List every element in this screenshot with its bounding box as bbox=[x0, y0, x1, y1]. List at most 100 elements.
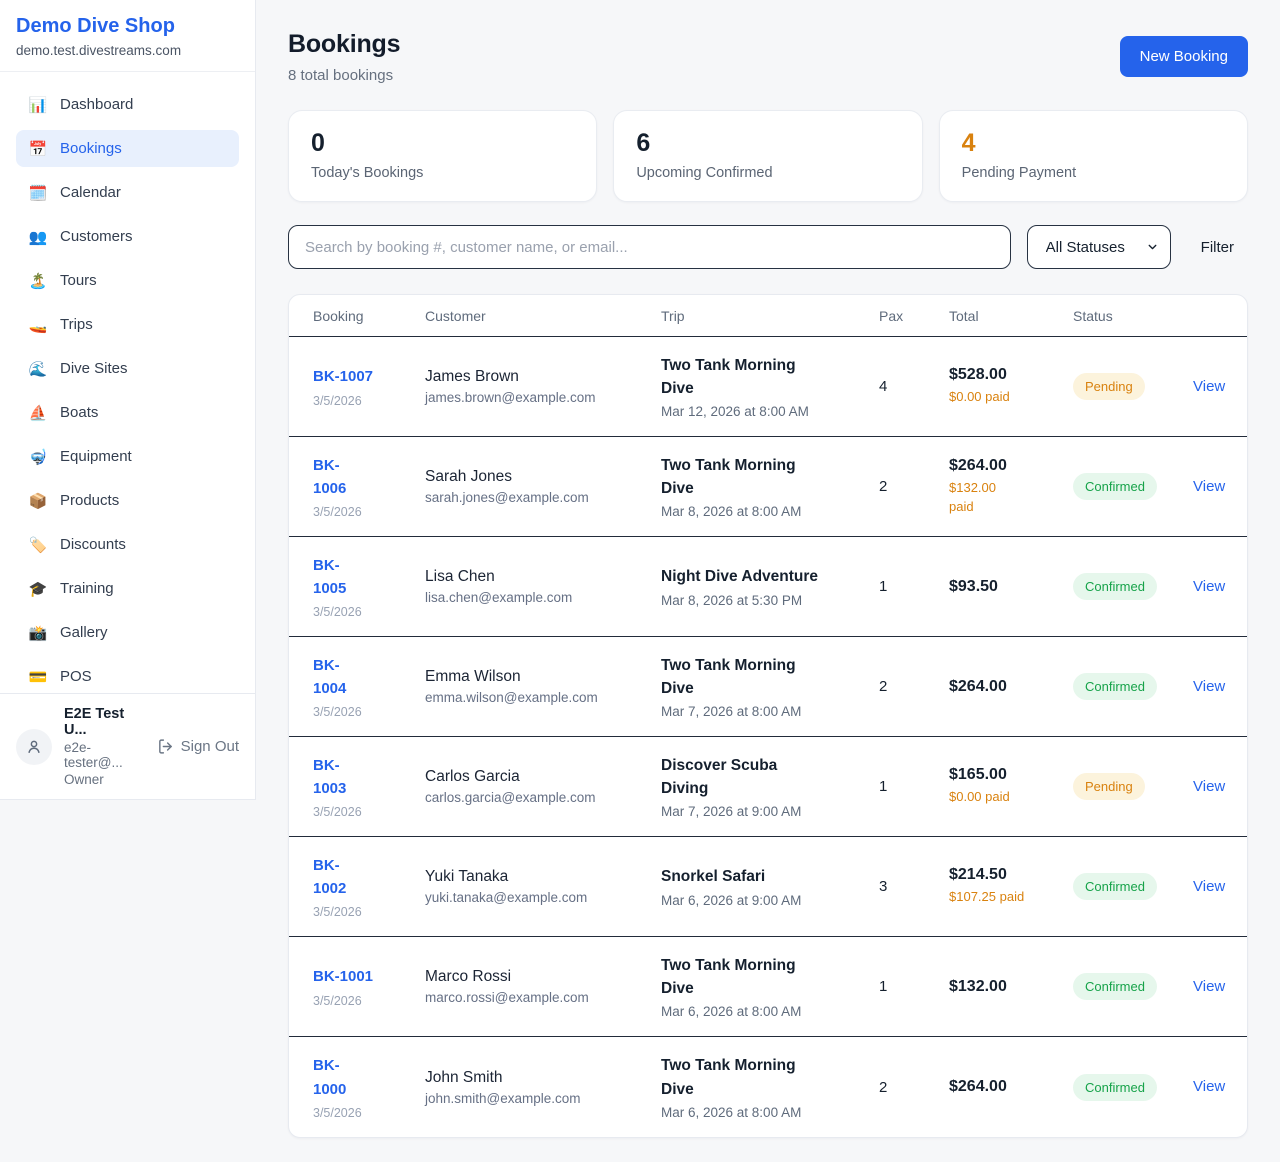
sailboat-icon: ⛵ bbox=[28, 404, 48, 422]
sidebar-item-label: Calendar bbox=[60, 184, 121, 201]
sidebar-item-dive-sites[interactable]: 🌊Dive Sites bbox=[16, 350, 239, 387]
booking-link[interactable]: BK-1006 bbox=[313, 454, 357, 501]
trip-name: Two Tank Morning Dive bbox=[661, 1054, 819, 1101]
total-amount: $214.50 bbox=[949, 866, 1073, 884]
status-cell: Pending bbox=[1073, 773, 1193, 800]
search-input[interactable] bbox=[288, 225, 1011, 269]
actions-cell: View bbox=[1193, 678, 1225, 696]
tag-icon: 🏷️ bbox=[28, 536, 48, 554]
people-icon: 👥 bbox=[28, 228, 48, 246]
customer-name: Emma Wilson bbox=[425, 668, 661, 686]
sidebar-item-label: Customers bbox=[60, 228, 133, 245]
customer-name: Carlos Garcia bbox=[425, 768, 661, 786]
sidebar-item-pos[interactable]: 💳POS bbox=[16, 658, 239, 695]
customer-name: Sarah Jones bbox=[425, 468, 661, 486]
package-icon: 📦 bbox=[28, 492, 48, 510]
sidebar-item-label: Equipment bbox=[60, 448, 132, 465]
view-link[interactable]: View bbox=[1193, 378, 1225, 395]
customer-email: marco.rossi@example.com bbox=[425, 990, 661, 1005]
customer-email: sarah.jones@example.com bbox=[425, 490, 661, 505]
pax-value: 2 bbox=[879, 678, 949, 695]
booking-link[interactable]: BK-1004 bbox=[313, 654, 357, 701]
sign-out-button[interactable]: Sign Out bbox=[157, 738, 239, 755]
booking-date: 3/5/2026 bbox=[313, 505, 425, 519]
sidebar-item-discounts[interactable]: 🏷️Discounts bbox=[16, 526, 239, 563]
booking-link[interactable]: BK-1005 bbox=[313, 554, 357, 601]
view-link[interactable]: View bbox=[1193, 478, 1225, 495]
user-info: E2E Test U... e2e-tester@... Owner bbox=[64, 706, 145, 787]
sidebar-item-calendar[interactable]: 🗓️Calendar bbox=[16, 174, 239, 211]
new-booking-button[interactable]: New Booking bbox=[1120, 36, 1248, 77]
customer-email: yuki.tanaka@example.com bbox=[425, 890, 661, 905]
booking-link[interactable]: BK-1007 bbox=[313, 368, 373, 385]
pax-value: 1 bbox=[879, 778, 949, 795]
view-link[interactable]: View bbox=[1193, 978, 1225, 995]
sidebar-item-customers[interactable]: 👥 Customers bbox=[16, 218, 239, 255]
view-link[interactable]: View bbox=[1193, 1078, 1225, 1095]
filter-button[interactable]: Filter bbox=[1187, 239, 1248, 256]
sign-out-label: Sign Out bbox=[181, 738, 239, 755]
status-badge: Pending bbox=[1073, 373, 1145, 400]
total-cell: $264.00 bbox=[949, 1078, 1073, 1096]
brand-name: Demo Dive Shop bbox=[16, 15, 239, 38]
view-link[interactable]: View bbox=[1193, 578, 1225, 595]
sidebar-item-label: Trips bbox=[60, 316, 93, 333]
sidebar-item-products[interactable]: 📦Products bbox=[16, 482, 239, 519]
pax-value: 3 bbox=[879, 878, 949, 895]
view-link[interactable]: View bbox=[1193, 778, 1225, 795]
page-header: Bookings 8 total bookings New Booking bbox=[288, 30, 1248, 84]
customer-cell: Yuki Tanakayuki.tanaka@example.com bbox=[425, 868, 661, 905]
table-header-row: BookingCustomerTripPaxTotalStatus bbox=[289, 295, 1247, 337]
table-row: BK-10003/5/2026John Smithjohn.smith@exam… bbox=[289, 1037, 1247, 1137]
total-amount: $132.00 bbox=[949, 978, 1073, 996]
sidebar-item-equipment[interactable]: 🤿Equipment bbox=[16, 438, 239, 475]
pax-value: 2 bbox=[879, 1079, 949, 1096]
sidebar-item-label: Dashboard bbox=[60, 96, 133, 113]
sidebar-item-training[interactable]: 🎓Training bbox=[16, 570, 239, 607]
trip-cell: Two Tank Morning DiveMar 6, 2026 at 8:00… bbox=[661, 1054, 879, 1120]
sidebar-item-label: POS bbox=[60, 668, 92, 685]
actions-cell: View bbox=[1193, 478, 1225, 496]
booking-link[interactable]: BK-1002 bbox=[313, 854, 357, 901]
column-header-booking: Booking bbox=[313, 308, 425, 324]
status-cell: Pending bbox=[1073, 373, 1193, 400]
trip-name: Night Dive Adventure bbox=[661, 565, 879, 588]
booking-link[interactable]: BK-1003 bbox=[313, 754, 357, 801]
status-filter-select[interactable]: All Statuses bbox=[1027, 225, 1171, 269]
trip-datetime: Mar 6, 2026 at 8:00 AM bbox=[661, 1004, 879, 1019]
trip-datetime: Mar 8, 2026 at 5:30 PM bbox=[661, 593, 879, 608]
sidebar-item-gallery[interactable]: 📸Gallery bbox=[16, 614, 239, 651]
sidebar-item-trips[interactable]: 🚤Trips bbox=[16, 306, 239, 343]
table-row: BK-10073/5/2026James Brownjames.brown@ex… bbox=[289, 337, 1247, 437]
page-subtitle: 8 total bookings bbox=[288, 67, 400, 84]
stat-label: Today's Bookings bbox=[311, 165, 574, 181]
booking-date: 3/5/2026 bbox=[313, 605, 425, 619]
sidebar-item-boats[interactable]: ⛵Boats bbox=[16, 394, 239, 431]
stat-value: 6 bbox=[636, 129, 899, 158]
view-link[interactable]: View bbox=[1193, 878, 1225, 895]
total-cell: $132.00 bbox=[949, 978, 1073, 996]
booking-link[interactable]: BK-1000 bbox=[313, 1054, 357, 1101]
stat-card-upcoming-confirmed: 6Upcoming Confirmed bbox=[613, 110, 922, 202]
trip-datetime: Mar 6, 2026 at 9:00 AM bbox=[661, 893, 879, 908]
status-badge: Confirmed bbox=[1073, 1074, 1157, 1101]
column-header-customer: Customer bbox=[425, 308, 661, 324]
sidebar-item-tours[interactable]: 🏝️Tours bbox=[16, 262, 239, 299]
pax-value: 4 bbox=[879, 378, 949, 395]
total-amount: $528.00 bbox=[949, 366, 1073, 384]
booking-cell: BK-10043/5/2026 bbox=[313, 654, 425, 720]
booking-date: 3/5/2026 bbox=[313, 394, 425, 408]
customer-name: Marco Rossi bbox=[425, 968, 661, 986]
pax-value: 1 bbox=[879, 978, 949, 995]
sidebar-item-dashboard[interactable]: 📊 Dashboard bbox=[16, 86, 239, 123]
view-link[interactable]: View bbox=[1193, 678, 1225, 695]
sidebar-item-label: Dive Sites bbox=[60, 360, 128, 377]
bar-chart-icon: 📊 bbox=[28, 96, 48, 114]
column-header-pax: Pax bbox=[879, 308, 949, 324]
sidebar-item-bookings[interactable]: 📅Bookings bbox=[16, 130, 239, 167]
page-title: Bookings bbox=[288, 30, 400, 59]
booking-cell: BK-10023/5/2026 bbox=[313, 854, 425, 920]
trip-name: Two Tank Morning Dive bbox=[661, 454, 819, 501]
booking-link[interactable]: BK-1001 bbox=[313, 968, 373, 985]
table-row: BK-10013/5/2026Marco Rossimarco.rossi@ex… bbox=[289, 937, 1247, 1037]
